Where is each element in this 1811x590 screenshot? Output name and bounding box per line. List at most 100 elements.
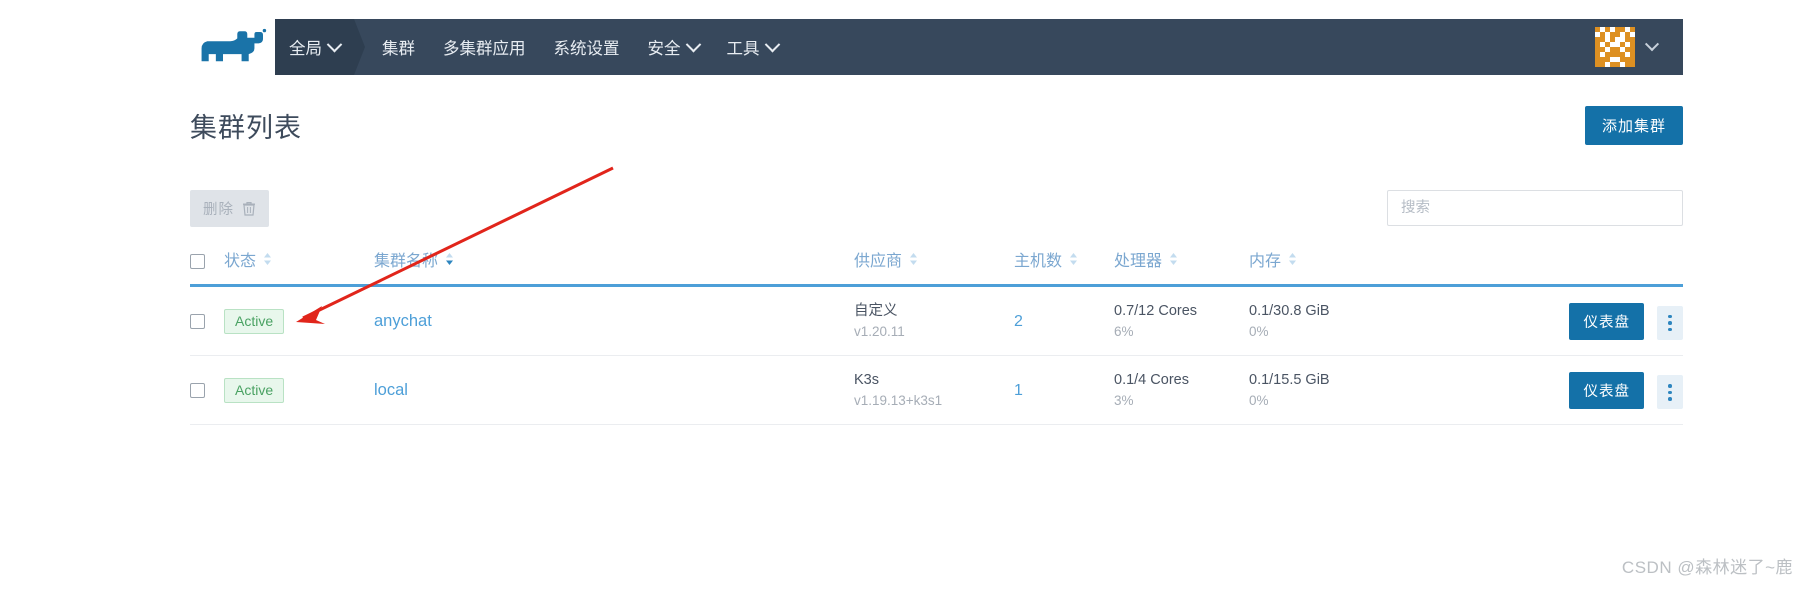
status-badge: Active bbox=[224, 309, 285, 335]
search-input[interactable] bbox=[1387, 190, 1683, 226]
column-cluster-name-label: 集群名称 bbox=[374, 253, 439, 270]
chevron-down-icon[interactable] bbox=[1644, 37, 1660, 52]
column-cpu[interactable]: 处理器 bbox=[1114, 247, 1249, 287]
select-all-checkbox[interactable] bbox=[190, 254, 205, 270]
sort-arrows-icon bbox=[1070, 253, 1078, 265]
column-state-label: 状态 bbox=[224, 253, 257, 270]
row-hosts-cell: 1 bbox=[1014, 355, 1114, 426]
nav-user-area bbox=[1595, 27, 1683, 67]
table-toolbar: 删除 bbox=[190, 188, 1683, 228]
column-memory[interactable]: 内存 bbox=[1249, 247, 1429, 287]
nav-item-multicluster-apps-label: 多集群应用 bbox=[443, 40, 526, 58]
row-select-cell bbox=[190, 355, 224, 426]
app-logo[interactable] bbox=[190, 19, 275, 75]
cluster-table: 状态 集群名称 供应商 主机数 处理器 内存 Active anychat 自定… bbox=[190, 247, 1683, 426]
user-avatar-identicon[interactable] bbox=[1595, 27, 1635, 67]
row-memory-cell: 0.1/15.5 GiB 0% bbox=[1249, 355, 1429, 426]
nav-item-tools-label: 工具 bbox=[726, 40, 760, 58]
memory-usage: 0.1/15.5 GiB bbox=[1249, 372, 1330, 389]
sort-arrows-icon bbox=[1170, 253, 1178, 265]
row-cpu-cell: 0.7/12 Cores 6% bbox=[1114, 285, 1249, 357]
nav-item-global[interactable]: 全局 bbox=[275, 19, 365, 75]
provider-name: K3s bbox=[854, 372, 879, 389]
nav-item-security[interactable]: 安全 bbox=[634, 19, 713, 75]
column-cpu-label: 处理器 bbox=[1114, 253, 1163, 270]
nav-item-multicluster-apps[interactable]: 多集群应用 bbox=[429, 19, 540, 75]
host-count-link[interactable]: 1 bbox=[1014, 382, 1023, 399]
cpu-usage: 0.1/4 Cores bbox=[1114, 372, 1189, 389]
nav-item-tools[interactable]: 工具 bbox=[713, 19, 792, 75]
delete-button[interactable]: 删除 bbox=[190, 189, 269, 227]
nav-item-global-label: 全局 bbox=[289, 40, 322, 58]
row-name-cell: local bbox=[374, 355, 854, 426]
column-actions bbox=[1429, 247, 1683, 287]
cluster-name-link[interactable]: local bbox=[374, 381, 408, 399]
table-body: Active anychat 自定义 v1.20.11 2 0.7/12 Cor… bbox=[190, 285, 1683, 426]
chevron-down-icon bbox=[326, 36, 343, 52]
page-header-row: 集群列表 添加集群 bbox=[190, 95, 1683, 155]
row-hosts-cell: 2 bbox=[1014, 285, 1114, 357]
column-memory-label: 内存 bbox=[1249, 253, 1282, 270]
row-provider-cell: K3s v1.19.13+k3s1 bbox=[854, 355, 1014, 426]
column-provider-label: 供应商 bbox=[854, 253, 903, 270]
cluster-list-page: 全局 集群 多集群应用 系统设置 安全 工具 集群列表 添加集群 删除 搜索 状… bbox=[0, 0, 1811, 590]
row-name-cell: anychat bbox=[374, 285, 854, 357]
provider-name: 自定义 bbox=[854, 303, 898, 319]
column-host-count[interactable]: 主机数 bbox=[1014, 247, 1114, 287]
status-badge: Active bbox=[224, 378, 285, 404]
cpu-percent: 6% bbox=[1114, 323, 1134, 339]
column-provider[interactable]: 供应商 bbox=[854, 247, 1014, 287]
row-actions-cell: 仪表盘 bbox=[1429, 285, 1683, 357]
provider-version: v1.20.11 bbox=[854, 323, 905, 339]
sort-arrows-icon bbox=[446, 253, 454, 265]
row-provider-cell: 自定义 v1.20.11 bbox=[854, 285, 1014, 357]
row-cpu-cell: 0.1/4 Cores 3% bbox=[1114, 355, 1249, 426]
page-title: 集群列表 bbox=[190, 112, 302, 143]
delete-button-label: 删除 bbox=[203, 201, 234, 218]
nav-menu: 全局 集群 多集群应用 系统设置 安全 工具 bbox=[275, 19, 792, 75]
trash-icon bbox=[243, 201, 255, 216]
row-menu-kebab-icon[interactable] bbox=[1657, 306, 1683, 341]
row-actions-cell: 仪表盘 bbox=[1429, 355, 1683, 426]
dashboard-button[interactable]: 仪表盘 bbox=[1569, 372, 1644, 410]
column-state[interactable]: 状态 bbox=[224, 247, 374, 287]
cow-logo-icon bbox=[201, 28, 266, 62]
nav-item-settings-label: 系统设置 bbox=[553, 40, 620, 58]
chevron-down-icon bbox=[685, 36, 701, 52]
memory-percent: 0% bbox=[1249, 392, 1269, 408]
row-checkbox[interactable] bbox=[190, 383, 205, 399]
table-header: 状态 集群名称 供应商 主机数 处理器 内存 bbox=[190, 247, 1683, 287]
nav-item-security-label: 安全 bbox=[647, 40, 681, 58]
memory-percent: 0% bbox=[1249, 323, 1269, 339]
memory-usage: 0.1/30.8 GiB bbox=[1249, 303, 1330, 319]
sort-arrows-icon bbox=[264, 253, 272, 265]
cpu-usage: 0.7/12 Cores bbox=[1114, 303, 1198, 319]
cluster-name-link[interactable]: anychat bbox=[374, 312, 432, 330]
sort-arrows-icon bbox=[1289, 253, 1297, 265]
nav-item-clusters[interactable]: 集群 bbox=[368, 19, 429, 75]
row-status-cell: Active bbox=[224, 285, 374, 357]
cpu-percent: 3% bbox=[1114, 392, 1134, 408]
table-header-row: 状态 集群名称 供应商 主机数 处理器 内存 bbox=[190, 247, 1683, 287]
select-all-header bbox=[190, 247, 224, 287]
row-menu-kebab-icon[interactable] bbox=[1657, 375, 1683, 410]
main-content: 集群列表 添加集群 删除 搜索 状态 集群名称 供应商 主机数 处理器 内存 A… bbox=[190, 95, 1683, 426]
dashboard-button[interactable]: 仪表盘 bbox=[1569, 302, 1644, 340]
host-count-link[interactable]: 2 bbox=[1014, 313, 1023, 330]
table-row[interactable]: Active anychat 自定义 v1.20.11 2 0.7/12 Cor… bbox=[190, 285, 1683, 357]
column-cluster-name[interactable]: 集群名称 bbox=[374, 247, 854, 287]
top-navigation-bar: 全局 集群 多集群应用 系统设置 安全 工具 bbox=[190, 19, 1683, 75]
provider-version: v1.19.13+k3s1 bbox=[854, 392, 943, 408]
column-host-count-label: 主机数 bbox=[1014, 253, 1063, 270]
sort-arrows-icon bbox=[910, 253, 918, 265]
row-checkbox[interactable] bbox=[190, 314, 205, 330]
table-row[interactable]: Active local K3s v1.19.13+k3s1 1 0.1/4 C… bbox=[190, 355, 1683, 426]
row-status-cell: Active bbox=[224, 355, 374, 426]
watermark-text: CSDN @森林迷了~鹿 bbox=[1621, 558, 1793, 577]
add-cluster-button[interactable]: 添加集群 bbox=[1584, 105, 1683, 145]
chevron-down-icon bbox=[764, 36, 780, 52]
nav-item-settings[interactable]: 系统设置 bbox=[540, 19, 634, 75]
row-select-cell bbox=[190, 285, 224, 357]
row-memory-cell: 0.1/30.8 GiB 0% bbox=[1249, 285, 1429, 357]
nav-item-clusters-label: 集群 bbox=[382, 40, 415, 58]
